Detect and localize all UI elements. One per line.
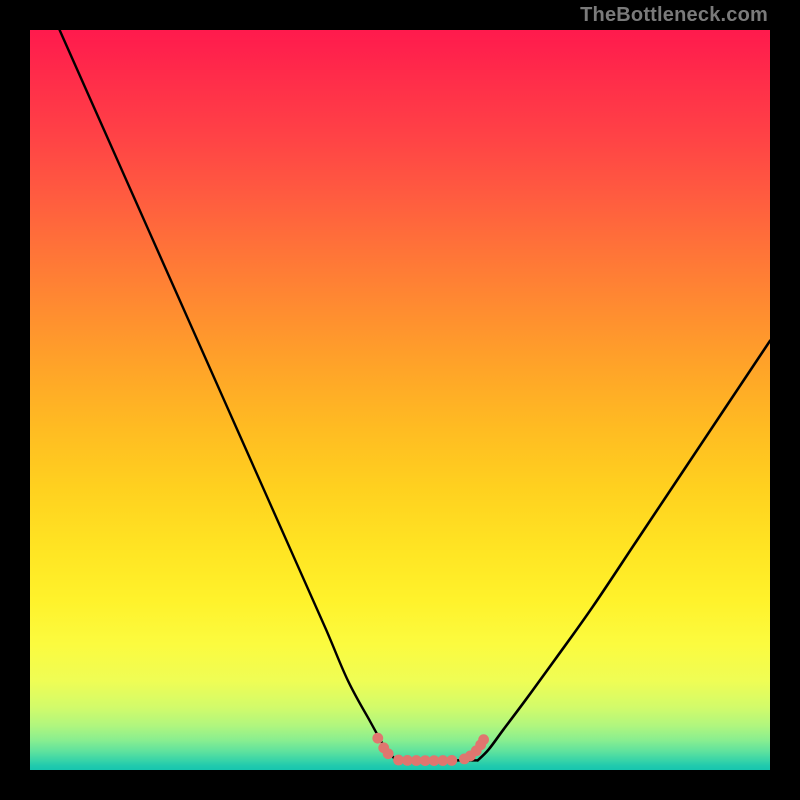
marker-layer	[372, 733, 489, 766]
curve-layer	[60, 30, 770, 760]
series-left-curve	[60, 30, 397, 760]
plot-area	[30, 30, 770, 770]
marker-point	[372, 733, 383, 744]
marker-point	[446, 755, 457, 766]
marker-point	[383, 748, 394, 759]
chart-svg	[30, 30, 770, 770]
chart-stage: TheBottleneck.com	[0, 0, 800, 800]
watermark-text: TheBottleneck.com	[580, 4, 768, 27]
series-right-curve	[478, 341, 770, 761]
marker-point	[478, 734, 489, 745]
